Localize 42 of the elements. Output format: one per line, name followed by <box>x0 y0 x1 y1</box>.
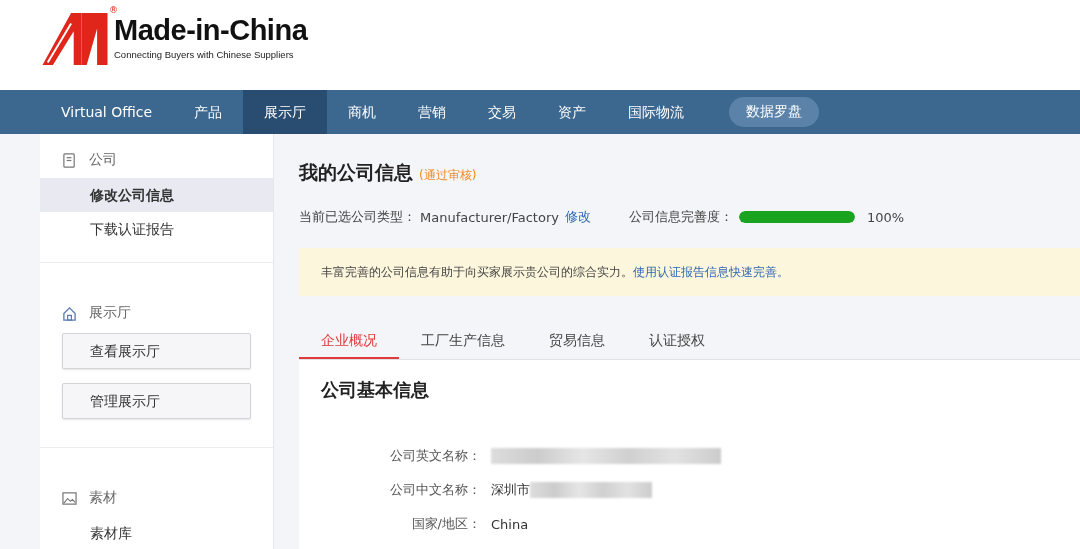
nav-tab[interactable]: Virtual Office <box>40 90 174 134</box>
nav-tab[interactable]: 展示厅 <box>243 90 328 134</box>
field-label: 公司信息完善度： <box>628 208 733 226</box>
sidebar-button[interactable]: 查看展示厅 <box>62 333 251 369</box>
tab[interactable]: 认证授权 <box>627 326 727 359</box>
sidebar-button[interactable]: 管理展示厅 <box>62 383 251 419</box>
nav-tab[interactable]: 产品 <box>173 90 244 134</box>
progress-reading: 100% <box>866 209 905 225</box>
field-label: 当前已选公司类型： <box>299 208 416 226</box>
nav-pill-button[interactable]: 数据罗盘 <box>729 97 820 127</box>
nav-tab[interactable]: 国际物流 <box>607 90 706 134</box>
edit-link[interactable]: 修改 <box>564 208 591 226</box>
field-value: China <box>491 516 529 532</box>
image-icon <box>62 490 77 506</box>
logo-icon <box>40 13 110 65</box>
sidebar-item[interactable]: 素材库 <box>40 516 273 549</box>
notice-text: 丰富完善的公司信息有助于向买家展示贵公司的综合实力。 <box>321 263 633 281</box>
nav-tab[interactable]: 交易 <box>467 90 538 134</box>
tab[interactable]: 工厂生产信息 <box>399 326 527 359</box>
section-heading: 展示厅 <box>89 304 131 322</box>
home-icon <box>62 305 77 321</box>
notice-link[interactable]: 使用认证报告信息快速完善。 <box>633 263 789 281</box>
field-label: 公司英文名称： <box>389 447 482 465</box>
nav-tab[interactable]: 营销 <box>397 90 468 134</box>
nav-tab[interactable]: 商机 <box>327 90 398 134</box>
brand-tagline: Connecting Buyers with Chinese Suppliers <box>114 49 295 60</box>
sidebar-item[interactable]: 修改公司信息 <box>40 178 273 212</box>
document-icon <box>62 152 77 168</box>
field-label: 公司中文名称： <box>389 481 482 499</box>
sidebar-item[interactable]: 下载认证报告 <box>40 212 273 246</box>
page-title: 我的公司信息 <box>299 160 413 185</box>
nav-tab[interactable]: 资产 <box>537 90 608 134</box>
brand-name: Made-in-China <box>114 13 308 48</box>
section-heading: 素材 <box>89 489 117 507</box>
field-value: 深圳市 <box>491 481 530 499</box>
field-value: Manufacturer/Factory <box>420 209 559 225</box>
tab[interactable]: 贸易信息 <box>527 326 627 359</box>
field-label: 国家/地区： <box>410 515 482 533</box>
status-label: (通过审核) <box>419 167 477 184</box>
registered-mark: ® <box>109 5 118 15</box>
section-heading: 公司 <box>89 151 117 169</box>
section-title: 公司基本信息 <box>321 378 430 402</box>
